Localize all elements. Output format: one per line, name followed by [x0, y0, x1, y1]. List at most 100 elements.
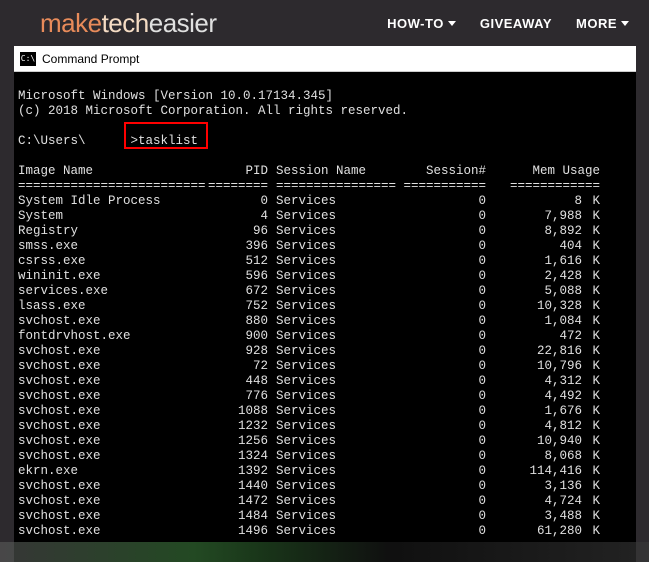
nav-howto[interactable]: HOW-TO: [387, 16, 456, 31]
cell-mem: 1,084: [486, 314, 582, 329]
cell-snum: 0: [402, 449, 486, 464]
cell-mem: 8,068: [486, 449, 582, 464]
table-row: services.exe672Services05,088K: [18, 284, 632, 299]
table-row: svchost.exe448Services04,312K: [18, 374, 632, 389]
hdr-pid: PID: [208, 164, 268, 179]
cell-memk: K: [582, 374, 600, 389]
cell-name: svchost.exe: [18, 389, 208, 404]
cell-name: System Idle Process: [18, 194, 208, 209]
table-body: System Idle Process0Services08KSystem4Se…: [18, 194, 632, 539]
cell-pid: 1392: [208, 464, 268, 479]
table-row: svchost.exe72Services010,796K: [18, 359, 632, 374]
titlebar[interactable]: C:\ Command Prompt: [14, 46, 636, 72]
cell-mem: 1,676: [486, 404, 582, 419]
cell-pid: 1496: [208, 524, 268, 539]
cell-memk: K: [582, 239, 600, 254]
cell-mem: 10,796: [486, 359, 582, 374]
cell-mem: 10,940: [486, 434, 582, 449]
cell-name: smss.exe: [18, 239, 208, 254]
cell-mem: 472: [486, 329, 582, 344]
cell-name: svchost.exe: [18, 434, 208, 449]
cell-mem: 22,816: [486, 344, 582, 359]
cell-memk: K: [582, 224, 600, 239]
cell-snum: 0: [402, 194, 486, 209]
cell-session: Services: [268, 239, 402, 254]
cell-session: Services: [268, 359, 402, 374]
cell-snum: 0: [402, 404, 486, 419]
cell-name: ekrn.exe: [18, 464, 208, 479]
cell-mem: 10,328: [486, 299, 582, 314]
cell-mem: 8: [486, 194, 582, 209]
cell-mem: 4,724: [486, 494, 582, 509]
hdr-image: Image Name: [18, 164, 208, 179]
cell-name: svchost.exe: [18, 314, 208, 329]
cell-name: svchost.exe: [18, 419, 208, 434]
cell-memk: K: [582, 194, 600, 209]
cell-memk: K: [582, 479, 600, 494]
cell-session: Services: [268, 404, 402, 419]
footer-thumbnails: [0, 542, 649, 562]
cell-name: svchost.exe: [18, 509, 208, 524]
cell-snum: 0: [402, 239, 486, 254]
cell-pid: 672: [208, 284, 268, 299]
cell-memk: K: [582, 254, 600, 269]
cell-pid: 0: [208, 194, 268, 209]
cell-mem: 3,136: [486, 479, 582, 494]
cell-name: svchost.exe: [18, 359, 208, 374]
table-header: Image NamePIDSession NameSession#Mem Usa…: [18, 164, 632, 179]
site-logo[interactable]: maketecheasier: [40, 8, 217, 39]
window-title: Command Prompt: [42, 52, 139, 66]
cell-session: Services: [268, 464, 402, 479]
cell-session: Services: [268, 194, 402, 209]
table-row: fontdrvhost.exe900Services0472K: [18, 329, 632, 344]
table-row: smss.exe396Services0404K: [18, 239, 632, 254]
table-separator: ========================================…: [18, 179, 632, 194]
cell-pid: 96: [208, 224, 268, 239]
cell-session: Services: [268, 524, 402, 539]
cell-session: Services: [268, 269, 402, 284]
table-row: wininit.exe596Services02,428K: [18, 269, 632, 284]
cell-snum: 0: [402, 209, 486, 224]
cell-mem: 114,416: [486, 464, 582, 479]
cell-session: Services: [268, 344, 402, 359]
terminal-output[interactable]: Microsoft Windows [Version 10.0.17134.34…: [14, 72, 636, 562]
prompt-path: C:\Users\: [18, 134, 86, 148]
cell-pid: 1472: [208, 494, 268, 509]
cell-snum: 0: [402, 464, 486, 479]
cell-session: Services: [268, 374, 402, 389]
cell-name: services.exe: [18, 284, 208, 299]
nav-giveaway[interactable]: GIVEAWAY: [480, 16, 552, 31]
cell-memk: K: [582, 404, 600, 419]
cell-pid: 1324: [208, 449, 268, 464]
cell-snum: 0: [402, 374, 486, 389]
cell-pid: 396: [208, 239, 268, 254]
table-row: svchost.exe1440Services03,136K: [18, 479, 632, 494]
nav-more[interactable]: MORE: [576, 16, 629, 31]
cell-memk: K: [582, 299, 600, 314]
nav-label: MORE: [576, 16, 617, 31]
cell-name: svchost.exe: [18, 374, 208, 389]
cell-mem: 2,428: [486, 269, 582, 284]
site-nav: HOW-TO GIVEAWAY MORE: [387, 16, 629, 31]
cell-name: svchost.exe: [18, 344, 208, 359]
cmd-icon: C:\: [20, 52, 36, 66]
cell-session: Services: [268, 434, 402, 449]
cell-mem: 1,616: [486, 254, 582, 269]
cell-pid: 1088: [208, 404, 268, 419]
cell-name: Registry: [18, 224, 208, 239]
cell-pid: 900: [208, 329, 268, 344]
cell-pid: 596: [208, 269, 268, 284]
cell-name: svchost.exe: [18, 449, 208, 464]
table-row: svchost.exe1232Services04,812K: [18, 419, 632, 434]
cell-name: svchost.exe: [18, 404, 208, 419]
cell-session: Services: [268, 449, 402, 464]
cell-name: svchost.exe: [18, 494, 208, 509]
table-row: svchost.exe880Services01,084K: [18, 314, 632, 329]
cell-memk: K: [582, 359, 600, 374]
logo-part-2: tech: [102, 8, 149, 38]
cell-name: lsass.exe: [18, 299, 208, 314]
cell-memk: K: [582, 209, 600, 224]
cell-session: Services: [268, 299, 402, 314]
cell-snum: 0: [402, 479, 486, 494]
cell-name: svchost.exe: [18, 524, 208, 539]
